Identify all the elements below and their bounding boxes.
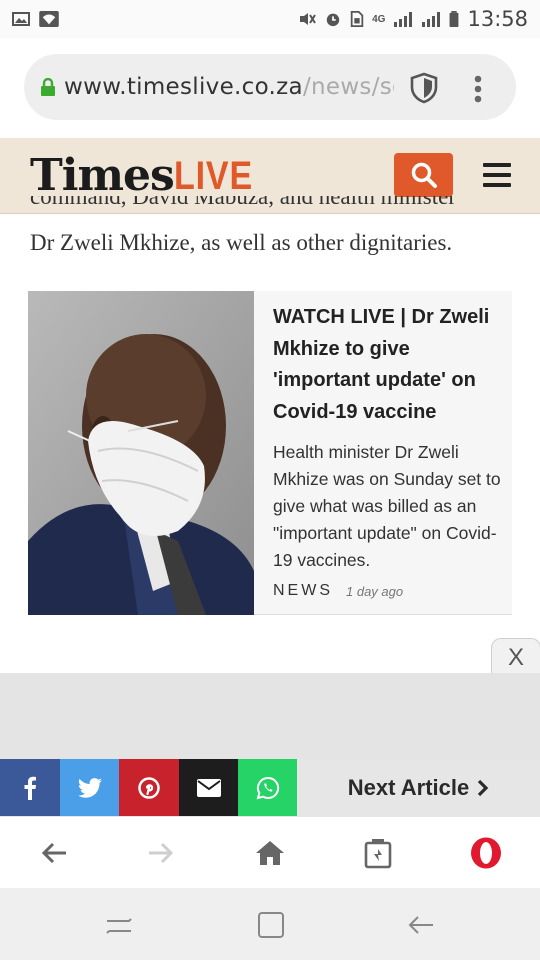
opera-icon[interactable] [470, 837, 502, 869]
shield-icon[interactable] [409, 72, 439, 104]
share-twitter-button[interactable] [60, 759, 119, 816]
card-category[interactable]: NEWS [273, 582, 333, 600]
signal-icon [394, 12, 413, 27]
article-paragraph: Dr Zweli Mkhize, as well as other dignit… [30, 230, 453, 255]
next-article-label: Next Article [347, 774, 470, 800]
logo-times[interactable]: Times [30, 150, 175, 201]
browser-toolbar: www.timeslive.co.za/news/sc [0, 38, 540, 138]
home-icon[interactable] [254, 837, 286, 869]
ad-banner [0, 673, 540, 759]
url-host: www.timeslive.co.za [64, 74, 303, 100]
browser-bottom-nav [0, 816, 540, 888]
twitter-icon [77, 777, 102, 798]
related-article-card[interactable]: WATCH LIVE | Dr Zweli Mkhize to give 'im… [28, 291, 512, 615]
home-square-icon[interactable] [256, 910, 286, 940]
card-timestamp: 1 day ago [346, 584, 404, 599]
back-arrow-icon[interactable] [38, 837, 70, 869]
image-icon [12, 12, 30, 26]
pinterest-icon [138, 776, 160, 799]
clock: 13:58 [467, 7, 528, 31]
address-bar[interactable]: www.timeslive.co.za/news/sc [24, 54, 516, 120]
tabs-icon[interactable] [362, 837, 394, 869]
forward-arrow-icon[interactable] [145, 837, 177, 869]
network-type: 4G [372, 13, 386, 25]
ad-close-button[interactable]: X [491, 638, 540, 674]
more-vert-icon[interactable] [473, 74, 483, 104]
signal-icon [422, 12, 441, 27]
url-text[interactable]: www.timeslive.co.za/news/sc [64, 74, 394, 100]
back-icon[interactable] [406, 910, 436, 940]
hamburger-menu-icon[interactable] [483, 163, 511, 187]
email-icon [196, 778, 221, 797]
share-bar: Next Article [0, 759, 540, 816]
facebook-icon [24, 776, 36, 800]
sim-icon [350, 11, 364, 27]
share-whatsapp-button[interactable] [238, 759, 297, 816]
search-button[interactable] [394, 153, 453, 197]
recents-icon[interactable] [104, 910, 134, 940]
article-text-partial: command, David Mabuza, and health minist… [30, 196, 457, 209]
article-thumbnail[interactable] [28, 291, 254, 615]
logo-live[interactable]: LIVE [174, 154, 253, 199]
card-description: Health minister Dr Zweli Mkhize was on S… [273, 442, 501, 570]
share-email-button[interactable] [179, 759, 238, 816]
chevron-right-icon [478, 779, 489, 796]
alarm-icon [326, 13, 340, 27]
android-nav-bar [0, 888, 540, 960]
next-article-button[interactable]: Next Article [297, 759, 540, 816]
person-photo-icon [28, 291, 254, 615]
mute-icon [300, 13, 316, 25]
card-title[interactable]: WATCH LIVE | Dr Zweli Mkhize to give 'im… [273, 302, 501, 428]
share-pinterest-button[interactable] [119, 759, 179, 816]
battery-icon [450, 11, 459, 27]
whatsapp-icon [256, 776, 279, 799]
url-path: /news/sc [302, 74, 394, 100]
share-facebook-button[interactable] [0, 759, 60, 816]
search-icon [411, 162, 437, 188]
lock-icon [41, 78, 55, 96]
status-bar: 4G 13:58 [0, 0, 540, 38]
wifi-icon [39, 11, 59, 27]
